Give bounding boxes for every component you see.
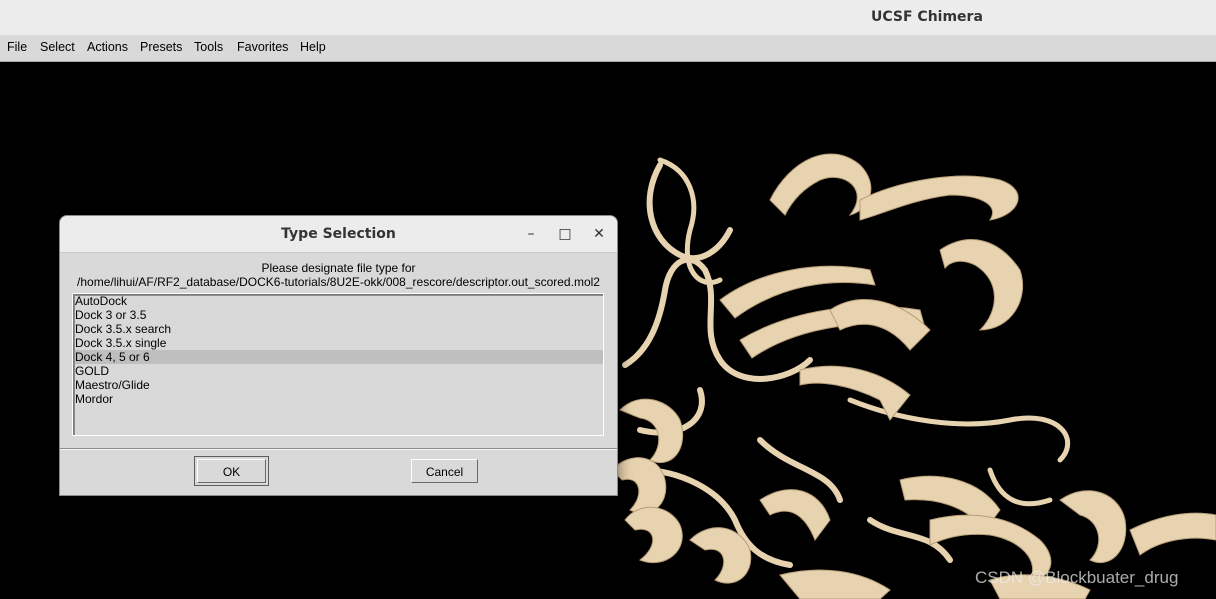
list-item[interactable]: Maestro/Glide: [75, 378, 603, 392]
menu-presets[interactable]: Presets: [140, 40, 182, 54]
list-item[interactable]: AutoDock: [75, 294, 603, 308]
menu-tools[interactable]: Tools: [194, 40, 223, 54]
watermark: CSDN @Blockbuater_drug: [975, 568, 1179, 587]
maximize-icon[interactable]: □: [556, 225, 574, 243]
minimize-icon[interactable]: –: [522, 225, 540, 243]
file-type-prompt: Please designate file type for /home/lih…: [60, 261, 617, 289]
file-type-list[interactable]: AutoDock Dock 3 or 3.5 Dock 3.5.x search…: [72, 293, 604, 436]
dialog-titlebar[interactable]: Type Selection – □ ✕: [60, 216, 617, 253]
prompt-text: Please designate file type for: [261, 261, 416, 275]
cancel-button[interactable]: Cancel: [411, 459, 478, 483]
button-separator: [60, 448, 617, 450]
type-selection-dialog: Type Selection – □ ✕ Please designate fi…: [59, 215, 618, 496]
list-item[interactable]: Dock 3 or 3.5: [75, 308, 603, 322]
window-title: UCSF Chimera: [871, 9, 983, 25]
window-titlebar: UCSF Chimera: [0, 0, 1216, 36]
list-item[interactable]: Dock 3.5.x search: [75, 322, 603, 336]
menu-bar: File Select Actions Presets Tools Favori…: [0, 35, 1216, 62]
menu-select[interactable]: Select: [40, 40, 75, 54]
ok-button[interactable]: OK: [194, 456, 269, 486]
list-item[interactable]: Dock 3.5.x single: [75, 336, 603, 350]
menu-file[interactable]: File: [7, 40, 27, 54]
menu-favorites[interactable]: Favorites: [237, 40, 288, 54]
menu-help[interactable]: Help: [300, 40, 326, 54]
close-icon[interactable]: ✕: [590, 225, 608, 243]
menu-actions[interactable]: Actions: [87, 40, 128, 54]
file-path: /home/lihui/AF/RF2_database/DOCK6-tutori…: [77, 274, 600, 289]
list-item-selected[interactable]: Dock 4, 5 or 6: [75, 350, 603, 364]
list-item[interactable]: Mordor: [75, 392, 603, 406]
list-item[interactable]: GOLD: [75, 364, 603, 378]
